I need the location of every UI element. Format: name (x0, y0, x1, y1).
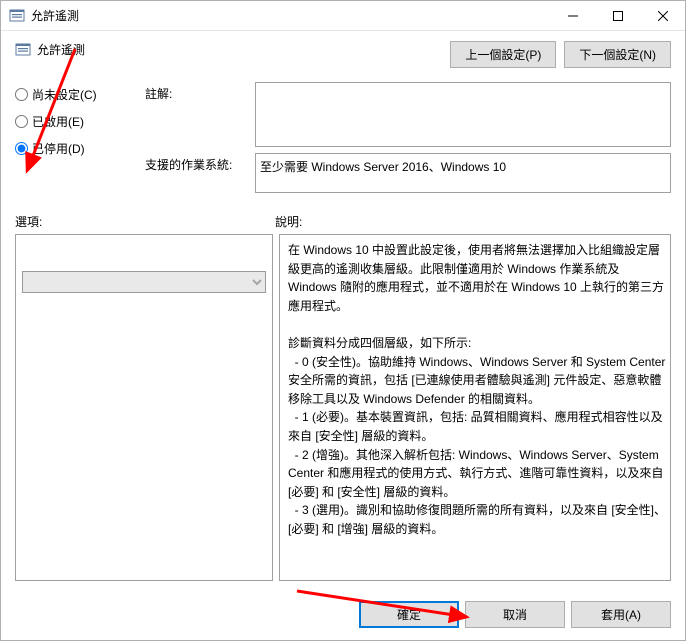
close-button[interactable] (640, 1, 685, 30)
minimize-button[interactable] (550, 1, 595, 30)
options-dropdown[interactable] (22, 271, 266, 293)
lower-section: 在 Windows 10 中設置此設定後，使用者將無法選擇加入比組織設定層級更高… (15, 234, 671, 581)
policy-heading: 允許遙測 (15, 41, 85, 58)
panel-labels-row: 選項: 說明: (15, 213, 671, 230)
maximize-button[interactable] (595, 1, 640, 30)
ok-button[interactable]: 確定 (359, 601, 459, 628)
options-label: 選項: (15, 213, 275, 230)
cancel-button[interactable]: 取消 (465, 601, 565, 628)
titlebar: 允許遙測 (1, 1, 685, 31)
description-panel[interactable]: 在 Windows 10 中設置此設定後，使用者將無法選擇加入比組織設定層級更高… (279, 234, 671, 581)
window-icon (9, 8, 25, 24)
radio-not-configured-input[interactable] (15, 88, 28, 101)
next-setting-button[interactable]: 下一個設定(N) (564, 41, 671, 68)
header-row: 允許遙測 上一個設定(P) 下一個設定(N) (15, 41, 671, 68)
policy-title-label: 允許遙測 (37, 41, 85, 58)
window-title: 允許遙測 (31, 7, 550, 24)
apply-button[interactable]: 套用(A) (571, 601, 671, 628)
radio-disabled-label: 已停用(D) (32, 140, 85, 157)
supported-os-label: 支援的作業系統: (145, 153, 255, 173)
radio-enabled-label: 已啟用(E) (32, 113, 84, 130)
state-radio-group: 尚未設定(C) 已啟用(E) 已停用(D) (15, 82, 135, 199)
upper-section: 尚未設定(C) 已啟用(E) 已停用(D) 註解: 支援的作業系統: (15, 82, 671, 199)
radio-enabled-input[interactable] (15, 115, 28, 128)
radio-disabled-input[interactable] (15, 142, 28, 155)
button-bar: 確定 取消 套用(A) (1, 591, 685, 640)
comment-textarea[interactable] (255, 82, 671, 147)
policy-icon (15, 42, 31, 58)
dialog-content: 允許遙測 上一個設定(P) 下一個設定(N) 尚未設定(C) 已啟用(E) (1, 31, 685, 591)
policy-dialog-window: 允許遙測 允許遙測 (0, 0, 686, 641)
radio-enabled[interactable]: 已啟用(E) (15, 113, 135, 130)
description-label: 說明: (275, 213, 302, 230)
options-panel (15, 234, 273, 581)
supported-os-text: 至少需要 Windows Server 2016、Windows 10 (255, 153, 671, 193)
fields-column: 註解: 支援的作業系統: 至少需要 Windows Server 2016、Wi… (145, 82, 671, 199)
previous-setting-button[interactable]: 上一個設定(P) (450, 41, 556, 68)
radio-not-configured[interactable]: 尚未設定(C) (15, 86, 135, 103)
radio-not-configured-label: 尚未設定(C) (32, 86, 97, 103)
radio-disabled[interactable]: 已停用(D) (15, 140, 135, 157)
comment-label: 註解: (145, 82, 255, 102)
